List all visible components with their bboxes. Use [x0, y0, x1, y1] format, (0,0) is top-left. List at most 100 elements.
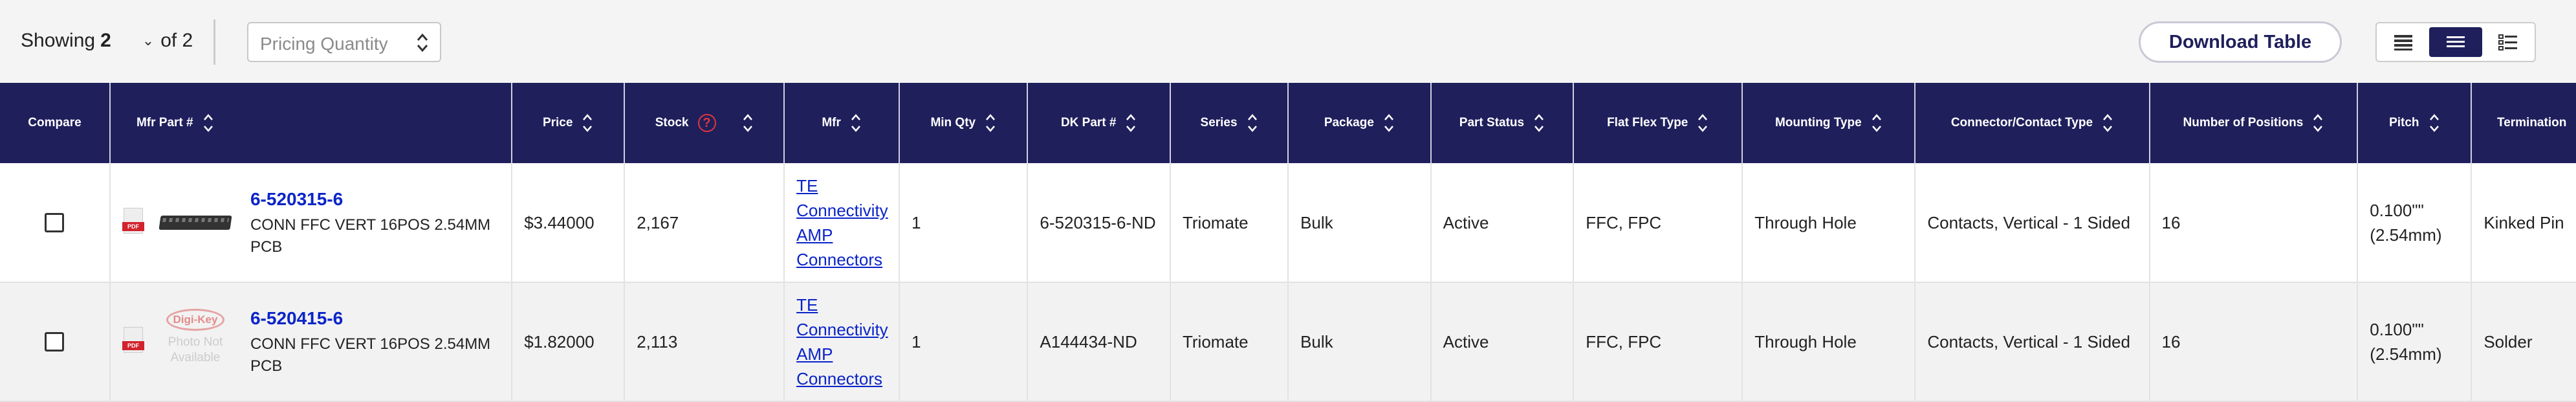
sort-icon[interactable] [202, 111, 214, 135]
dk-part-cell: 6-520315-6-ND [1027, 163, 1171, 282]
view-standard-button[interactable] [2429, 27, 2482, 57]
sort-icon[interactable] [1125, 111, 1137, 135]
pricing-quantity-input[interactable]: Pricing Quantity [247, 22, 441, 62]
list-icon [2446, 36, 2465, 47]
column-header-pitch[interactable]: Pitch [2357, 83, 2472, 163]
sort-icon[interactable] [850, 111, 862, 135]
min-qty-cell: 1 [899, 282, 1029, 401]
sort-icon[interactable] [1871, 111, 1883, 135]
connector-type-cell: Contacts, Vertical - 1 Sided [1915, 163, 2150, 282]
mfr-cell: TE Connectivity AMP Connectors [784, 163, 901, 282]
package-cell: Bulk [1288, 163, 1432, 282]
compare-checkbox[interactable] [45, 332, 65, 352]
column-header-termination[interactable]: Termination [2471, 83, 2576, 163]
termination-cell: Kinked Pin [2471, 163, 2576, 282]
compare-cell [0, 282, 111, 401]
part-status-cell: Active [1430, 282, 1575, 401]
mfr-cell: TE Connectivity AMP Connectors [784, 282, 901, 401]
showing-total: of 2 [160, 30, 193, 51]
product-photo[interactable]: Digi-Key Photo Not Available [158, 306, 232, 377]
series-cell: Triomate [1170, 163, 1289, 282]
view-toggle [2375, 22, 2536, 62]
pitch-cell: 0.100"" (2.54mm) [2357, 282, 2472, 401]
compare-checkbox[interactable] [45, 212, 65, 232]
pdf-datasheet-icon[interactable]: PDF [122, 207, 144, 238]
package-cell: Bulk [1288, 282, 1432, 401]
mfr-part-link[interactable]: 6-520315-6 [250, 187, 499, 212]
mounting-type-cell: Through Hole [1742, 163, 1916, 282]
column-header-dk-part[interactable]: DK Part # [1027, 83, 1171, 163]
price-cell: $1.82000 [512, 282, 626, 401]
sort-icon[interactable] [2312, 111, 2324, 135]
pitch-cell: 0.100"" (2.54mm) [2357, 163, 2472, 282]
sort-icon[interactable] [1533, 111, 1545, 135]
column-header-series[interactable]: Series [1170, 83, 1289, 163]
sort-icon[interactable] [985, 111, 996, 135]
table-row: PDF 6-520315-6 CONN FFC VERT 16POS 2.54M… [0, 163, 2576, 282]
column-header-compare: Compare [0, 83, 111, 163]
positions-cell: 16 [2149, 163, 2359, 282]
part-description: CONN FFC VERT 16POS 2.54MM PCB [250, 216, 491, 256]
view-dense-button[interactable] [2377, 23, 2429, 61]
column-header-package[interactable]: Package [1288, 83, 1432, 163]
chevron-down-icon[interactable]: ⌄ [142, 32, 154, 49]
dk-part-cell: A144434-ND [1027, 282, 1171, 401]
pdf-datasheet-icon[interactable]: PDF [122, 327, 144, 357]
mfr-link[interactable]: TE Connectivity AMP Connectors [796, 295, 888, 388]
digikey-logo: Digi-Key [166, 309, 224, 331]
sort-icon[interactable] [1383, 111, 1395, 135]
toolbar-divider [213, 19, 215, 65]
showing-control: Showing 2 ⌄ of 2 [21, 30, 193, 52]
showing-label: Showing [21, 30, 96, 51]
view-detail-button[interactable] [2482, 23, 2535, 61]
price-cell: $3.44000 [512, 163, 626, 282]
column-header-mfr[interactable]: Mfr [784, 83, 901, 163]
stock-cell: 2,113 [624, 282, 785, 401]
detailed-list-icon [2498, 34, 2518, 50]
results-table: Compare Mfr Part # Price Stock? Mfr Min … [0, 83, 2576, 402]
mfr-part-cell: PDF Digi-Key Photo Not Available 6-52041… [109, 282, 513, 401]
column-header-flat-flex-type[interactable]: Flat Flex Type [1573, 83, 1743, 163]
column-header-mounting-type[interactable]: Mounting Type [1742, 83, 1916, 163]
column-header-part-status[interactable]: Part Status [1430, 83, 1575, 163]
mfr-part-cell: PDF 6-520315-6 CONN FFC VERT 16POS 2.54M… [109, 163, 513, 282]
pricing-quantity-placeholder: Pricing Quantity [260, 34, 388, 54]
results-toolbar: Showing 2 ⌄ of 2 Pricing Quantity Downlo… [0, 0, 2576, 83]
part-status-cell: Active [1430, 163, 1575, 282]
column-header-connector-type[interactable]: Connector/Contact Type [1915, 83, 2150, 163]
part-description: CONN FFC VERT 16POS 2.54MM PCB [250, 335, 491, 375]
showing-count-select[interactable]: 2 [100, 30, 111, 52]
product-photo[interactable] [158, 187, 232, 258]
sort-icon[interactable] [2102, 111, 2113, 135]
connector-image [158, 215, 232, 230]
photo-not-available: Digi-Key Photo Not Available [160, 306, 231, 377]
sort-icon[interactable] [582, 111, 593, 135]
sort-icon[interactable] [2429, 111, 2440, 135]
positions-cell: 16 [2149, 282, 2359, 401]
column-header-price[interactable]: Price [512, 83, 626, 163]
compare-cell [0, 163, 111, 282]
connector-type-cell: Contacts, Vertical - 1 Sided [1915, 282, 2150, 401]
sort-icon[interactable] [1247, 111, 1258, 135]
stepper-arrows-icon[interactable] [415, 31, 430, 54]
help-icon[interactable]: ? [697, 114, 716, 132]
download-table-button[interactable]: Download Table [2139, 21, 2342, 63]
series-cell: Triomate [1170, 282, 1289, 401]
sort-icon[interactable] [1697, 111, 1708, 135]
mfr-link[interactable]: TE Connectivity AMP Connectors [796, 176, 888, 269]
photo-not-available-text: Photo Not Available [168, 335, 223, 364]
sort-icon[interactable] [742, 111, 754, 135]
column-header-mfr-part[interactable]: Mfr Part # [109, 83, 513, 163]
table-row: PDF Digi-Key Photo Not Available 6-52041… [0, 282, 2576, 401]
column-header-positions[interactable]: Number of Positions [2149, 83, 2359, 163]
min-qty-cell: 1 [899, 163, 1029, 282]
column-header-stock[interactable]: Stock? [624, 83, 785, 163]
mfr-part-link[interactable]: 6-520415-6 [250, 306, 499, 331]
column-header-min-qty[interactable]: Min Qty [899, 83, 1029, 163]
flat-flex-type-cell: FFC, FPC [1573, 282, 1743, 401]
mounting-type-cell: Through Hole [1742, 282, 1916, 401]
dense-list-icon [2394, 35, 2412, 50]
flat-flex-type-cell: FFC, FPC [1573, 163, 1743, 282]
stock-cell: 2,167 [624, 163, 785, 282]
termination-cell: Solder [2471, 282, 2576, 401]
